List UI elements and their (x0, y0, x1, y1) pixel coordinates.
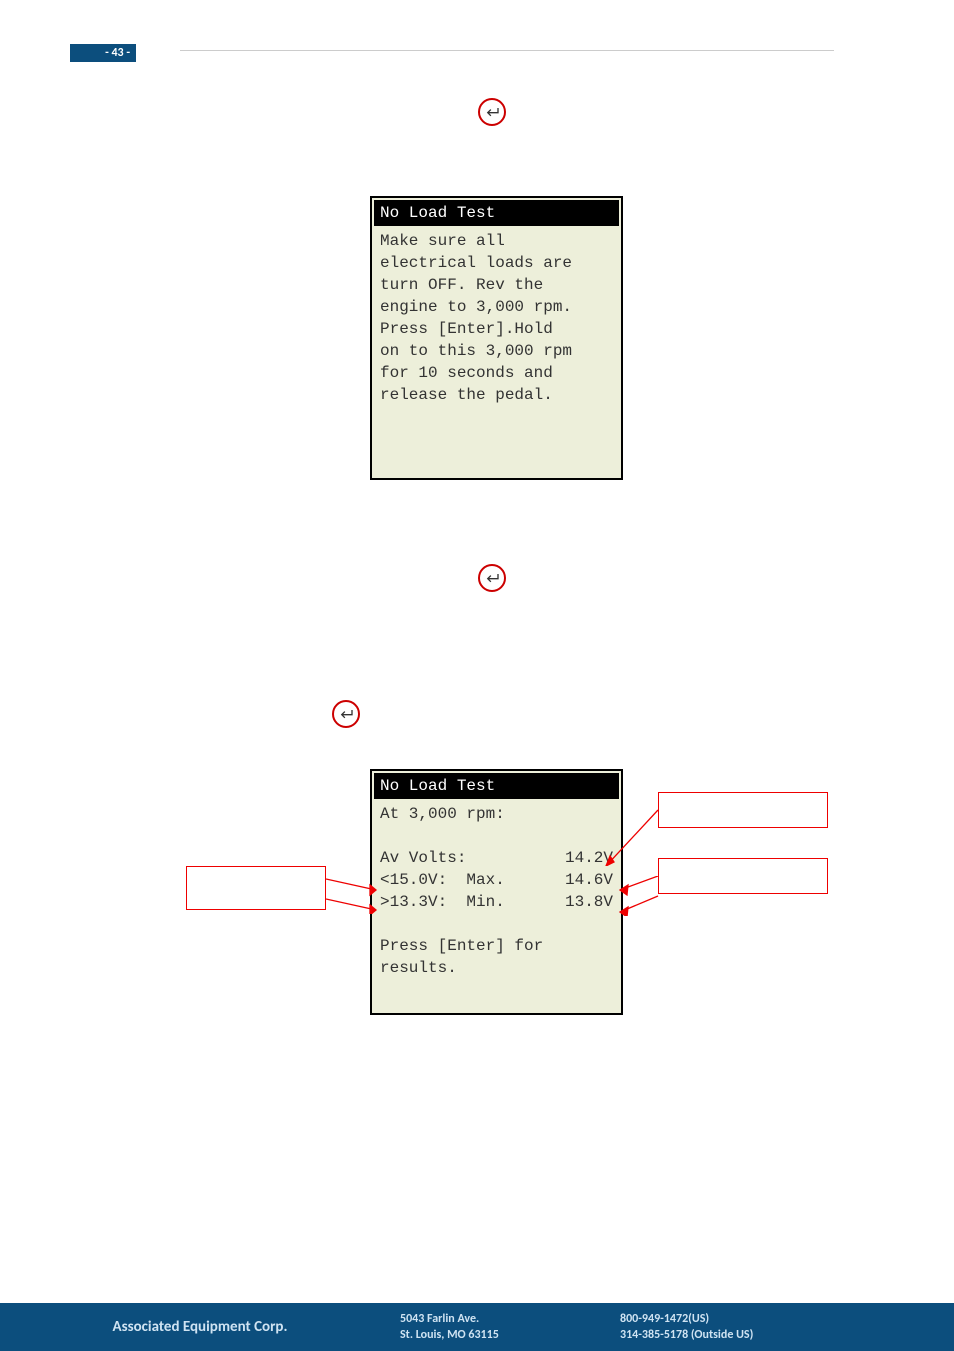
screen-line: electrical loads are (380, 252, 613, 274)
callout-arrow (618, 876, 660, 916)
screen-line: release the pedal. (380, 384, 613, 406)
row-label: >13.3V: Min. (380, 891, 505, 913)
screen-body: At 3,000 rpm: Av Volts: 14.2V <15.0V: Ma… (372, 803, 621, 979)
screen-header: At 3,000 rpm: (380, 803, 613, 825)
footer-company: Associated Equipment Corp. (0, 1318, 400, 1336)
callout-box-left (186, 866, 326, 910)
data-row: >13.3V: Min. 13.8V (380, 891, 613, 913)
screen-line: for 10 seconds and (380, 362, 613, 384)
row-value: 14.6V (565, 869, 613, 891)
screen-line: Make sure all (380, 230, 613, 252)
enter-icon (478, 98, 506, 126)
callout-arrow (326, 870, 382, 914)
page-footer: Associated Equipment Corp. 5043 Farlin A… (0, 1303, 954, 1351)
row-label: Av Volts: (380, 847, 466, 869)
row-value: 13.8V (565, 891, 613, 913)
screen-body: Make sure all electrical loads are turn … (372, 230, 621, 406)
spacer (380, 825, 613, 847)
enter-icon (332, 700, 360, 728)
data-row: Av Volts: 14.2V (380, 847, 613, 869)
screen-line: engine to 3,000 rpm. (380, 296, 613, 318)
screen-footer-line: Press [Enter] for (380, 935, 613, 957)
row-label: <15.0V: Max. (380, 869, 505, 891)
footer-addr1: 5043 Farlin Ave. (400, 1311, 620, 1327)
page-number: - 43 - (70, 44, 136, 62)
screen-footer-line: results. (380, 957, 613, 979)
screen-line: turn OFF. Rev the (380, 274, 613, 296)
header-rule (180, 50, 834, 51)
footer-addr2: St. Louis, MO 63115 (400, 1327, 620, 1343)
callout-arrow (604, 806, 660, 866)
screen-title: No Load Test (374, 773, 619, 799)
screen-title: No Load Test (374, 200, 619, 226)
screen-line: Press [Enter].Hold (380, 318, 613, 340)
lcd-screen-results: No Load Test At 3,000 rpm: Av Volts: 14.… (370, 769, 623, 1015)
footer-address: 5043 Farlin Ave. St. Louis, MO 63115 (400, 1311, 620, 1343)
enter-icon (478, 564, 506, 592)
footer-phone2: 314-385-5178 (Outside US) (620, 1327, 840, 1343)
data-row: <15.0V: Max. 14.6V (380, 869, 613, 891)
screen-line: on to this 3,000 rpm (380, 340, 613, 362)
footer-phones: 800-949-1472(US) 314-385-5178 (Outside U… (620, 1311, 840, 1343)
spacer (380, 913, 613, 935)
lcd-screen-instructions: No Load Test Make sure all electrical lo… (370, 196, 623, 480)
footer-phone1: 800-949-1472(US) (620, 1311, 840, 1327)
callout-box-right-1 (658, 792, 828, 828)
callout-box-right-2 (658, 858, 828, 894)
